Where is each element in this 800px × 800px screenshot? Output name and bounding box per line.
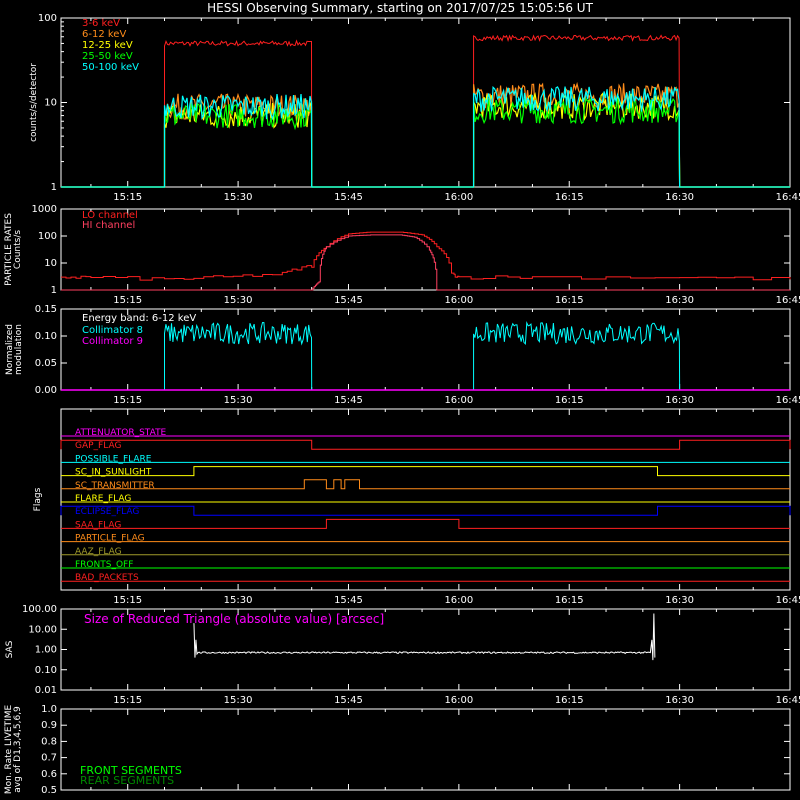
- count_rates-xtick-label: 15:45: [334, 192, 363, 203]
- legend-entry: 25-50 keV: [82, 51, 133, 62]
- count_rates-ylabel: counts/s/detector: [29, 63, 39, 142]
- flag-label: BAD_PACKETS: [75, 573, 139, 583]
- count_rates-xtick-label: 15:30: [224, 192, 253, 203]
- flag-label: FLARE_FLAG: [75, 494, 131, 504]
- sas-xtick-label: 16:30: [665, 695, 694, 706]
- series-line-50-100-keV: [61, 86, 790, 188]
- legend-entry: REAR SEGMENTS: [80, 774, 174, 787]
- sas-xtick-label: 15:45: [334, 695, 363, 706]
- flags-xtick-label: 16:45: [776, 595, 800, 606]
- series-line-LO-channel: [61, 231, 791, 281]
- flag-label: SAA_FLAG: [75, 520, 121, 530]
- particle_rates-ytick-label: 1: [51, 285, 57, 296]
- hessi-summary-figure: HESSI Observing Summary, starting on 201…: [4, 1, 800, 796]
- sas-ytick-label: 0.01: [35, 685, 57, 696]
- flags-xtick-label: 16:30: [665, 595, 694, 606]
- flag-line-eclipse-flag: [60, 505, 791, 516]
- sas-ytick-label: 100.00: [22, 604, 57, 615]
- sas-ylabel: SAS: [5, 640, 15, 658]
- flag-label: AAZ_FLAG: [75, 547, 122, 557]
- livetime-ytick-label: 0.5: [41, 785, 57, 796]
- series-line-Collimator-8: [61, 320, 790, 391]
- sas-xtick-label: 15:30: [224, 695, 253, 706]
- livetime-ylabel: avg of D1,3,4,5,6,9: [13, 706, 23, 793]
- flag-label: ECLIPSE_FLAG: [75, 507, 139, 517]
- figure-title: HESSI Observing Summary, starting on 201…: [207, 1, 593, 15]
- flag-label: FRONTS_OFF: [75, 560, 133, 570]
- flag-label: SC_TRANSMITTER: [75, 481, 155, 491]
- flag-line-saa-flag: [61, 518, 790, 529]
- flag-label: PARTICLE_FLAG: [75, 534, 145, 544]
- particle_rates-ytick-label: 1000: [32, 204, 57, 215]
- livetime-ytick-label: 0.9: [41, 720, 57, 731]
- count_rates-xtick-label: 15:15: [113, 192, 142, 203]
- legend-entry: 12-25 keV: [82, 40, 133, 51]
- flag-line-sc-transmitter: [61, 479, 790, 490]
- legend-entry: 3-6 keV: [82, 18, 120, 29]
- legend-entry: HI channel: [82, 220, 135, 231]
- flags-xtick-label: 15:30: [224, 595, 253, 606]
- legend-entry: Collimator 8: [82, 325, 143, 336]
- livetime-ytick-label: 0.6: [41, 769, 57, 780]
- flag-line-gap-flag: [60, 439, 791, 450]
- sas-xtick-label: 16:00: [444, 695, 473, 706]
- count_rates-xtick-label: 16:30: [665, 192, 694, 203]
- sas-ytick-label: 1.00: [35, 645, 57, 656]
- sas-xtick-label: 16:15: [555, 695, 584, 706]
- modulation-ytick-label: 0.05: [35, 358, 57, 369]
- series-line-HI-channel: [61, 234, 790, 291]
- count_rates-ytick-label: 100: [38, 13, 57, 24]
- particle_rates-xtick-label: 15:30: [224, 295, 253, 306]
- series-line-6-12-keV: [61, 81, 790, 188]
- modulation-ytick-label: 0.15: [35, 304, 57, 315]
- flag-label: ATTENUATOR_STATE: [75, 428, 167, 438]
- particle_rates-ytick-label: 10: [44, 258, 57, 269]
- particle_rates-ytick-label: 100: [38, 231, 57, 242]
- count_rates-xtick-label: 16:45: [776, 192, 800, 203]
- flags-xtick-label: 16:15: [555, 595, 584, 606]
- count_rates-ytick-label: 10: [44, 98, 57, 109]
- flags-xtick-label: 15:45: [334, 595, 363, 606]
- modulation-ytick-label: 0.00: [35, 385, 57, 396]
- count_rates-xtick-label: 16:15: [555, 192, 584, 203]
- sas-xtick-label: 15:15: [113, 695, 142, 706]
- modulation-xtick-label: 15:30: [224, 395, 253, 406]
- modulation-xtick-label: 16:00: [444, 395, 473, 406]
- particle_rates-xtick-label: 15:15: [113, 295, 142, 306]
- legend-entry: 50-100 keV: [82, 62, 139, 73]
- flag-label: GAP_FLAG: [75, 441, 121, 451]
- flag-label: POSSIBLE_FLARE: [75, 454, 152, 464]
- flag-line-sc-in-sunlight: [61, 466, 790, 477]
- legend-entry: Collimator 9: [82, 336, 143, 347]
- count_rates-xtick-label: 16:00: [444, 192, 473, 203]
- particle_rates-xtick-label: 16:00: [444, 295, 473, 306]
- sas-title: Size of Reduced Triangle (absolute value…: [84, 612, 384, 626]
- particle_rates-xtick-label: 16:15: [555, 295, 584, 306]
- modulation-xtick-label: 15:15: [113, 395, 142, 406]
- count_rates-ytick-label: 1: [51, 182, 57, 193]
- flags-ylabel: Flags: [33, 487, 43, 511]
- livetime-ytick-label: 1.0: [41, 704, 57, 715]
- legend-header: Energy band: 6-12 keV: [82, 313, 196, 324]
- flags-xtick-label: 16:00: [444, 595, 473, 606]
- livetime-ytick-label: 0.8: [41, 736, 57, 747]
- livetime-ytick-label: 0.7: [41, 753, 57, 764]
- sas-ytick-label: 10.00: [28, 624, 57, 635]
- flags-xtick-label: 15:15: [113, 595, 142, 606]
- flag-label: SC_IN_SUNLIGHT: [75, 468, 152, 478]
- legend-entry: 6-12 keV: [82, 29, 126, 40]
- sas-ytick-label: 0.10: [35, 665, 57, 676]
- particle_rates-xtick-label: 16:30: [665, 295, 694, 306]
- sas-xtick-label: 16:45: [776, 695, 800, 706]
- modulation-xtick-label: 16:45: [776, 395, 800, 406]
- modulation-xtick-label: 16:15: [555, 395, 584, 406]
- particle_rates-ylabel: Counts/s: [13, 230, 23, 269]
- modulation-ylabel: modulation: [14, 324, 24, 375]
- modulation-xtick-label: 16:30: [665, 395, 694, 406]
- modulation-ytick-label: 0.10: [35, 331, 57, 342]
- particle_rates-xtick-label: 16:45: [776, 295, 800, 306]
- particle_rates-xtick-label: 15:45: [334, 295, 363, 306]
- modulation-xtick-label: 15:45: [334, 395, 363, 406]
